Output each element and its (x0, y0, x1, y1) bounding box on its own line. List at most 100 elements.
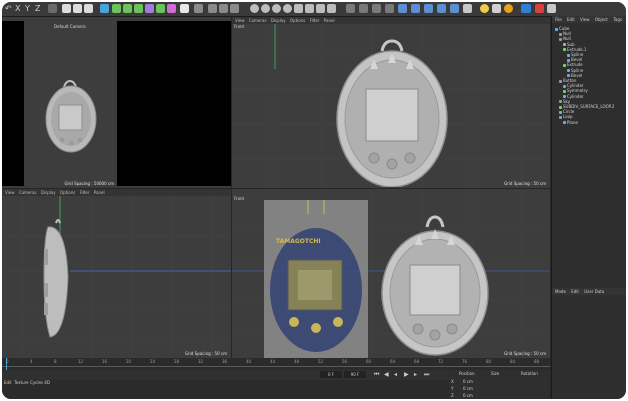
timeline-tick-label: 24 (150, 359, 156, 364)
texture-icon[interactable] (272, 4, 281, 13)
scene-icon[interactable] (156, 4, 165, 13)
menu-filter[interactable]: Filter (80, 190, 90, 195)
move-tool-icon[interactable] (346, 4, 355, 13)
go-to-start-icon[interactable]: ⏮ (374, 370, 379, 380)
tab-texture[interactable]: Texture (14, 380, 29, 385)
pos-z-field[interactable]: 0 cm (463, 393, 473, 398)
previous-key-icon[interactable]: ◀ (384, 370, 389, 380)
tamagotchi-model-front-top (336, 39, 448, 187)
timeline-tick-label: 84 (510, 359, 516, 364)
display-icon[interactable] (294, 4, 303, 13)
om-menu-object[interactable]: Object (595, 17, 608, 22)
undo-icon[interactable]: ↶ (5, 4, 12, 14)
render-view-icon[interactable] (62, 4, 71, 13)
layout-icon[interactable] (547, 4, 556, 13)
python-icon[interactable] (504, 4, 513, 13)
wireframe-icon[interactable] (327, 4, 336, 13)
menu-display[interactable]: Display (41, 190, 56, 195)
render-picture-icon[interactable] (73, 4, 82, 13)
tweak-icon[interactable] (463, 4, 472, 13)
end-frame-field[interactable]: 90 F (344, 371, 366, 378)
om-menu-file[interactable]: File (555, 17, 562, 22)
deformer-icon[interactable] (145, 4, 154, 13)
render-settings-icon[interactable] (84, 4, 93, 13)
menu-view[interactable]: View (5, 190, 15, 195)
reference-image-plane[interactable]: TAMAGOTCHI (264, 200, 368, 358)
camera-icon[interactable] (167, 4, 176, 13)
sun-icon[interactable] (480, 4, 489, 13)
attr-menu-edit[interactable]: Edit (571, 289, 579, 294)
viewport-side[interactable]: View Cameras Display Options Filter Pane… (2, 189, 231, 358)
paint-icon[interactable] (194, 4, 203, 13)
pos-y-field[interactable]: 0 cm (463, 386, 473, 391)
menu-filter[interactable]: Filter (310, 18, 320, 23)
sketch-icon[interactable] (492, 4, 501, 13)
cube-object-icon[interactable] (100, 4, 109, 13)
nurbs-icon[interactable] (123, 4, 132, 13)
timeline-track (2, 366, 550, 367)
go-to-end-icon[interactable]: ⏭ (424, 370, 429, 380)
menu-options[interactable]: Options (290, 18, 305, 23)
playhead[interactable] (6, 358, 7, 370)
pos-x-field[interactable]: 0 cm (463, 379, 473, 384)
record-icon[interactable] (535, 4, 544, 13)
previous-frame-icon[interactable]: ◂ (394, 370, 397, 380)
viewport-front-top[interactable]: View Cameras Display Options Filter Pane… (232, 17, 550, 188)
grid-spacing-label: Grid Spacing : 50000 cm (64, 181, 114, 186)
menu-options[interactable]: Options (60, 190, 75, 195)
tab-cycles4d[interactable]: Cycles 4D (30, 380, 50, 385)
scale-tool-icon[interactable] (359, 4, 368, 13)
viewport-front-bottom[interactable]: TAMAGOTCHI Front Grid Spacing : 50 cm (232, 189, 550, 358)
edges-mode-icon[interactable] (398, 4, 407, 13)
object-type-icon (563, 95, 566, 99)
attr-menu-mode[interactable]: Mode (555, 289, 566, 294)
gouraud-icon[interactable] (305, 4, 314, 13)
om-menu-edit[interactable]: Edit (567, 17, 575, 22)
attr-menu-user-data[interactable]: User Data (584, 289, 604, 294)
uv-icon[interactable] (219, 4, 228, 13)
array-icon[interactable] (134, 4, 143, 13)
axis-z-button[interactable]: Z (35, 4, 40, 14)
object-tree-label: Plane (567, 119, 578, 125)
object-tree-item[interactable]: Plane (563, 120, 578, 125)
menu-view[interactable]: View (235, 18, 245, 23)
menu-display[interactable]: Display (271, 18, 286, 23)
viewport-menu: View Cameras Display Options Filter Pane… (2, 189, 231, 196)
tab-edit[interactable]: Edit (4, 380, 12, 385)
polygons-mode-icon[interactable] (411, 4, 420, 13)
menu-panel[interactable]: Panel (94, 190, 105, 195)
play-icon[interactable]: ▶ (404, 370, 409, 380)
timeline-ruler[interactable]: 0 4 8 12 16 20 24 28 32 36 40 44 48 52 56 60 64 68 72 76 80 8… (2, 358, 550, 370)
coord-header-position: Position (459, 371, 475, 376)
right-panel: File Edit View Object Tags Cube Null Null S… (551, 16, 626, 399)
light-icon[interactable] (180, 4, 189, 13)
object-type-icon (559, 32, 562, 36)
spline-icon[interactable] (112, 4, 121, 13)
next-frame-icon[interactable]: ▸ (414, 370, 417, 380)
menu-cameras[interactable]: Cameras (249, 18, 267, 23)
points-mode-icon[interactable] (385, 4, 394, 13)
snap-icon[interactable] (230, 4, 239, 13)
model-mode-icon[interactable] (424, 4, 433, 13)
shading-icon[interactable] (283, 4, 292, 13)
timeline-tick-label: 72 (438, 359, 444, 364)
workplane-icon[interactable] (450, 4, 459, 13)
current-frame-field[interactable]: 0 F (320, 371, 342, 378)
viewport-perspective[interactable]: Default Camera Grid Spacing : 50000 cm (2, 17, 231, 188)
om-menu-view[interactable]: View (580, 17, 590, 22)
sculpt-icon[interactable] (208, 4, 217, 13)
settings-gear-icon[interactable] (521, 4, 531, 13)
timeline-tick-label: 4 (30, 359, 33, 364)
om-menu-tags[interactable]: Tags (613, 17, 622, 22)
coordinate-system-icon[interactable] (48, 4, 57, 13)
menu-panel[interactable]: Panel (324, 18, 335, 23)
menu-cameras[interactable]: Cameras (19, 190, 37, 195)
object-type-icon (563, 63, 566, 67)
material-icon[interactable] (261, 4, 270, 13)
axis-x-button[interactable]: X (15, 4, 20, 14)
texture-mode-icon[interactable] (437, 4, 446, 13)
quick-shading-icon[interactable] (316, 4, 325, 13)
sphere-icon[interactable] (250, 4, 259, 13)
rotate-tool-icon[interactable] (372, 4, 381, 13)
axis-y-button[interactable]: Y (25, 4, 30, 14)
